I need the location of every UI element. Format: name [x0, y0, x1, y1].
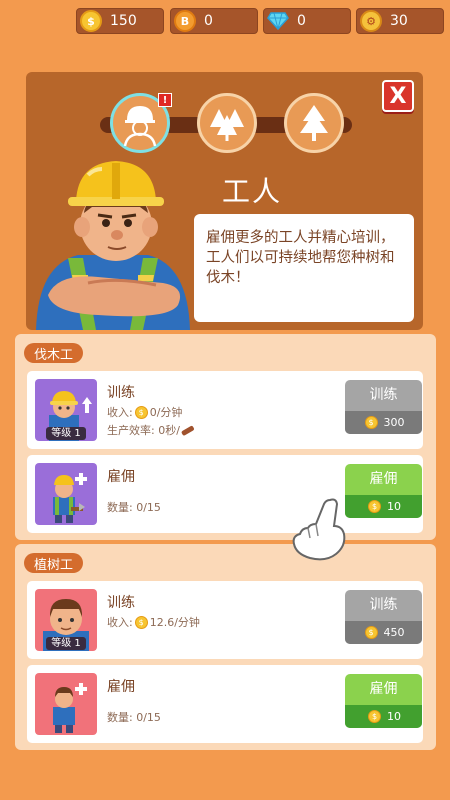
boost-counter: ⚙ 30 [356, 8, 444, 34]
card-title: 训练 [107, 595, 135, 611]
coin-icon: $ [368, 500, 381, 513]
coin-value: 150 [110, 13, 137, 29]
bitcoin-icon: B [174, 10, 196, 32]
efficiency-line: 生产效率: 0秒/ [107, 422, 196, 438]
boost-icon: ⚙ [360, 10, 382, 32]
section-label: 伐木工 [24, 343, 84, 363]
lumberjack-hire-card: 雇佣 数量: 0/15 雇佣 $ 10 [27, 455, 423, 533]
gem-counter: 0 [263, 8, 351, 34]
count-line: 数量: 0/15 [107, 711, 161, 724]
coin-icon: $ [364, 416, 378, 429]
worker-silhouette-icon [123, 106, 157, 146]
income-line: 收入: $ 0/分钟 [107, 405, 183, 419]
level-tag: 等级 1 [46, 637, 86, 650]
coin-icon: $ [134, 405, 148, 419]
planter-hire-card: 雇佣 数量: 0/15 雇佣 $ 10 [27, 665, 423, 743]
hire-button[interactable]: 雇佣 $ 10 [345, 674, 422, 728]
lumberjack-hire-avatar [35, 463, 97, 525]
boost-value: 30 [390, 13, 408, 29]
alert-badge: ! [158, 93, 172, 107]
planter-hire-avatar [35, 673, 97, 735]
coin-counter: $ 150 [76, 8, 164, 34]
income-line: 收入: $ 12.6/分钟 [107, 615, 200, 629]
level-tag: 等级 1 [46, 427, 86, 440]
card-title: 雇佣 [107, 679, 135, 695]
plus-icon [75, 683, 87, 695]
card-title: 训练 [107, 385, 135, 401]
train-button[interactable]: 训练 $ 300 [345, 380, 422, 434]
gem-value: 0 [297, 13, 306, 29]
card-title: 雇佣 [107, 469, 135, 485]
tree-icon [300, 105, 328, 141]
plus-icon [75, 473, 87, 485]
forest-icon [210, 109, 244, 141]
planter-avatar: 等级 1 [35, 589, 97, 651]
pointer-hand-icon [292, 498, 346, 561]
count-line: 数量: 0/15 [107, 501, 161, 514]
resource-bar: $ 150 B 0 0 ⚙ 30 [0, 8, 450, 36]
coin-icon: $ [134, 615, 148, 629]
section-planter: 植树工 等级 1 训练 收入: $ 12.6/分钟 训练 $ 450 雇佣 数量… [15, 544, 436, 750]
hire-button[interactable]: 雇佣 $ 10 [345, 464, 422, 518]
upgrade-arrow-icon [82, 397, 92, 413]
log-icon [181, 426, 194, 436]
description-text: 雇佣更多的工人并精心培训，工人们以可持续地帮您种树和伐木！ [206, 230, 395, 286]
tab-forest[interactable] [197, 93, 257, 153]
diamond-icon [267, 10, 289, 32]
bonus-coin-value: 0 [204, 13, 213, 29]
train-button[interactable]: 训练 $ 450 [345, 590, 422, 644]
tab-tree[interactable] [284, 93, 344, 153]
lumberjack-avatar: 等级 1 [35, 379, 97, 441]
worker-illustration [36, 161, 190, 330]
section-lumberjack: 伐木工 等级 1 训练 收入: $ 0/分钟 生产效率: 0秒/ 训练 $ 30… [15, 334, 436, 540]
bonus-coin-counter: B 0 [170, 8, 258, 34]
section-label: 植树工 [24, 553, 84, 573]
coin-icon: $ [368, 710, 381, 723]
lumberjack-train-card: 等级 1 训练 收入: $ 0/分钟 生产效率: 0秒/ 训练 $ 300 [27, 371, 423, 449]
coin-icon: $ [364, 626, 378, 639]
coin-icon: $ [80, 10, 102, 32]
close-button[interactable]: X [382, 80, 414, 112]
planter-train-card: 等级 1 训练 收入: $ 12.6/分钟 训练 $ 450 [27, 581, 423, 659]
page-title: 工人 [222, 175, 283, 208]
description-box: 雇佣更多的工人并精心培训，工人们以可持续地帮您种树和伐木！ [194, 214, 414, 322]
